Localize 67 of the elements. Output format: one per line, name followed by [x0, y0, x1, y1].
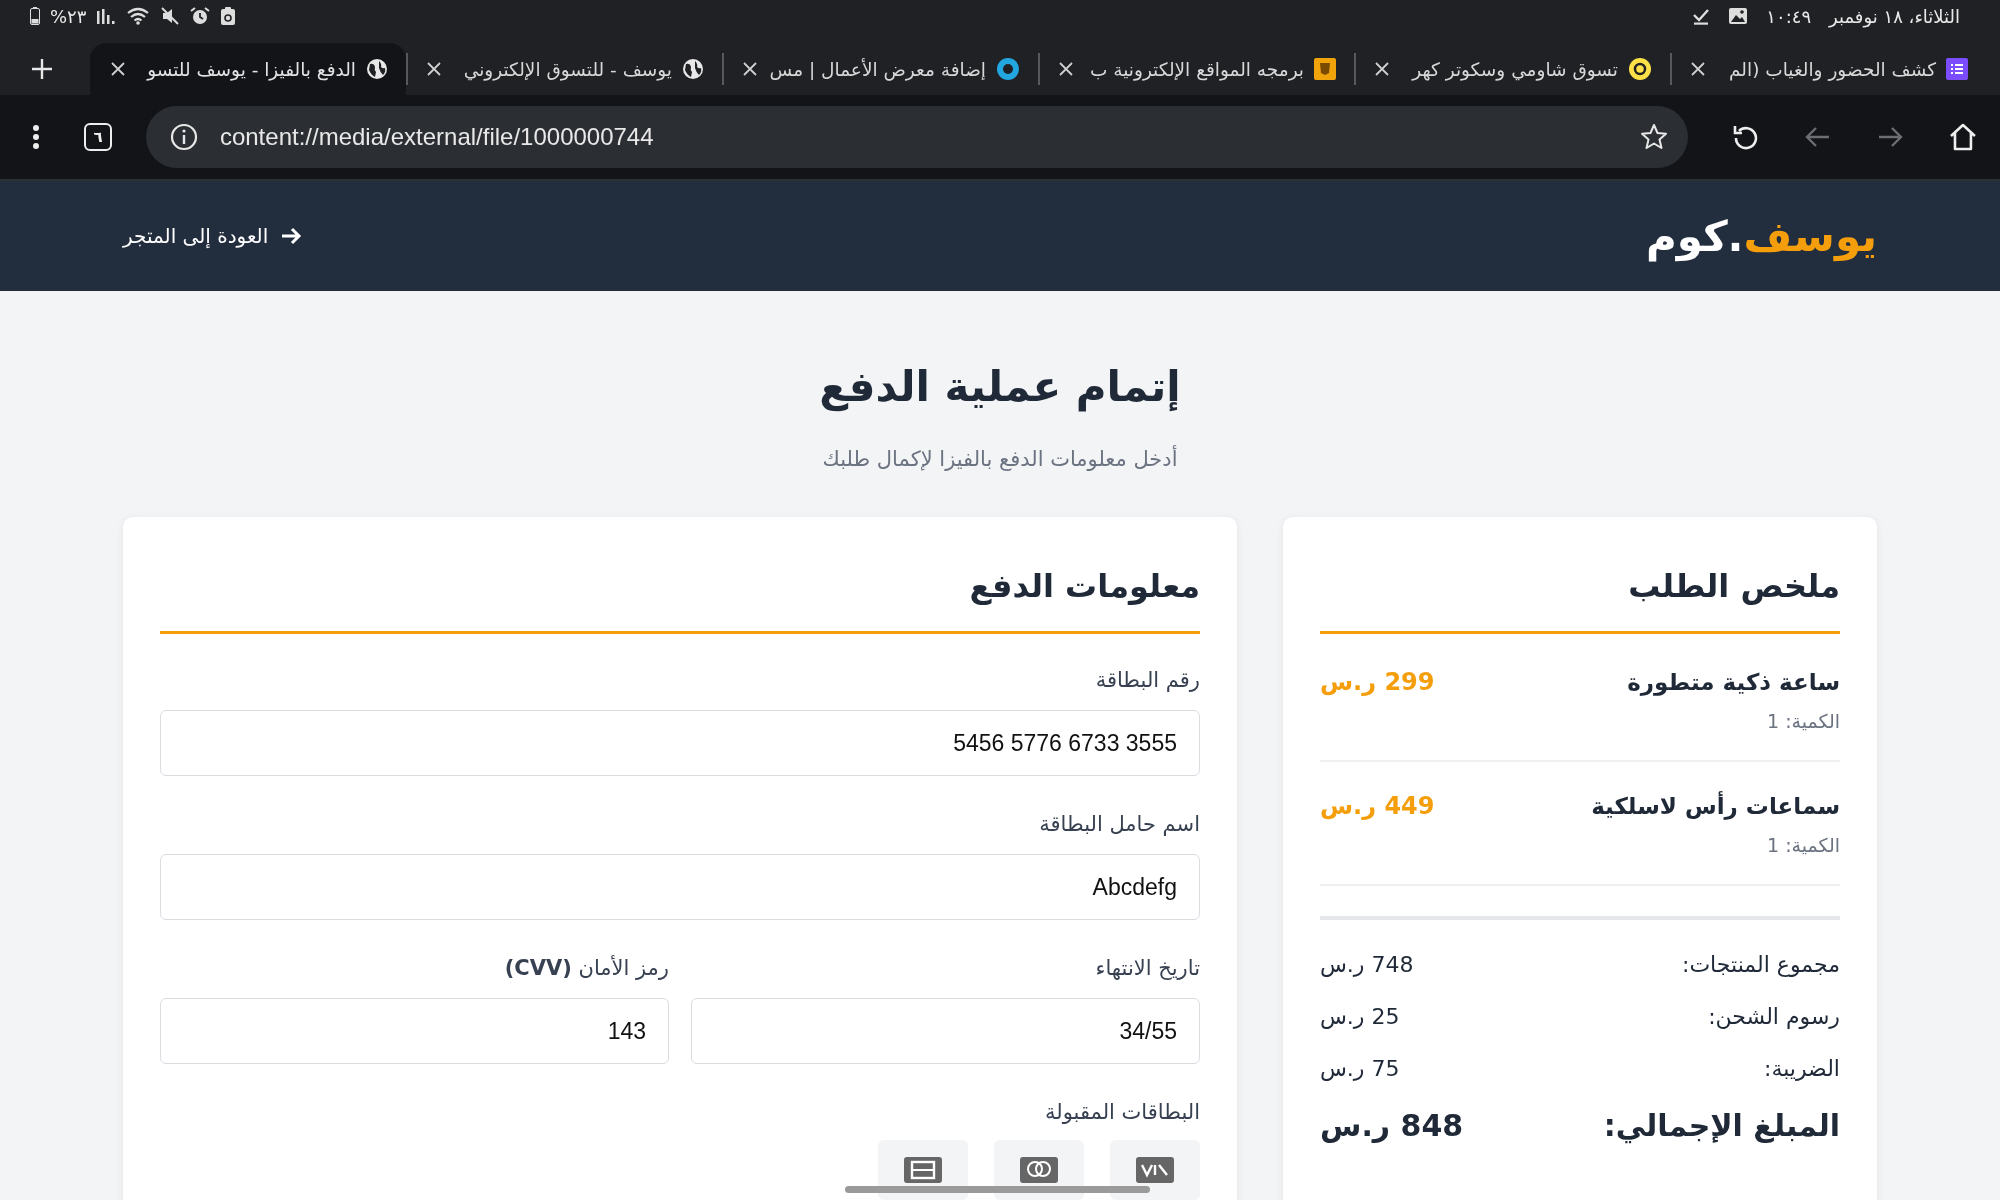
close-icon[interactable] — [1058, 61, 1074, 77]
list-icon — [1946, 58, 1968, 80]
product-name: سماعات رأس لاسلكية — [1591, 793, 1840, 819]
battery-level: %٢٣ — [50, 5, 87, 27]
status-date: الثلاثاء، ١٨ نوفمبر — [1829, 5, 1960, 27]
clock-time: ١٠:٤٩ — [1766, 5, 1812, 27]
input-field[interactable]: 5456 5776 6733 3555 — [160, 710, 1200, 776]
close-icon[interactable] — [1690, 61, 1706, 77]
browser-tab[interactable]: الدفع بالفيزا - يوسف للتسو — [90, 43, 406, 95]
globe-icon — [682, 58, 704, 80]
battery-icon — [30, 7, 40, 25]
shield-icon — [1314, 58, 1336, 80]
card-title: معلومات الدفع — [968, 566, 1200, 607]
product-quantity: الكمية: 1 — [1767, 834, 1840, 856]
total-value: 848 ر.س — [1320, 1108, 1464, 1143]
product-price: 449 ر.س — [1320, 792, 1435, 820]
input-field[interactable]: 143 — [160, 998, 669, 1064]
close-icon[interactable] — [426, 61, 442, 77]
address-bar[interactable]: content://media/external/file/1000000744 — [145, 106, 1689, 168]
close-icon[interactable] — [110, 61, 126, 77]
coin-icon — [1628, 57, 1652, 81]
menu-icon[interactable] — [32, 124, 40, 150]
summary-label: رسوم الشحن: — [1708, 1004, 1840, 1029]
image-icon — [1728, 7, 1749, 25]
summary-value: 25 ر.س — [1320, 1004, 1400, 1029]
clipboard-icon — [220, 7, 237, 25]
signal-icon — [96, 7, 117, 25]
close-icon[interactable] — [1374, 61, 1390, 77]
page-title: إتمام عملية الدفع — [818, 361, 1182, 414]
page-subtitle: أدخل معلومات الدفع بالفيزا لإكمال طلبك — [821, 447, 1179, 471]
wifi-icon — [126, 7, 151, 25]
product-quantity: الكمية: 1 — [1767, 710, 1840, 732]
info-icon[interactable] — [169, 123, 198, 151]
star-icon[interactable] — [1640, 123, 1669, 151]
summary-value: 75 ر.س — [1320, 1056, 1400, 1081]
tab-count-button[interactable]: ٦ — [84, 123, 112, 151]
field-label: رقم البطاقة — [1094, 668, 1200, 692]
close-icon[interactable] — [742, 61, 758, 77]
field-label: تاريخ الانتهاء — [1094, 956, 1200, 980]
card-logo-icon — [904, 1157, 942, 1183]
browser-tab[interactable]: تسوق شاومي وسكوتر كهر — [1354, 53, 1670, 85]
summary-label: الضريبة: — [1764, 1056, 1840, 1081]
back-to-store-link[interactable]: العودة إلى المتجر — [123, 224, 303, 248]
total-label: المبلغ الإجمالي: — [1603, 1108, 1840, 1143]
globe-icon — [366, 58, 388, 80]
browser-tab[interactable]: برمجه المواقع الإلكترونية ب — [1038, 53, 1354, 85]
mute-icon — [160, 7, 181, 25]
arrow-icon — [280, 226, 303, 246]
summary-label: مجموع المنتجات: — [1681, 952, 1840, 977]
home-icon[interactable] — [1948, 122, 1978, 152]
summary-value: 748 ر.س — [1320, 952, 1414, 977]
product-price: 299 ر.س — [1320, 668, 1435, 696]
browser-tab[interactable]: إضافة معرض الأعمال | مس — [722, 53, 1038, 85]
browser-tab[interactable]: كشف الحضور والغياب (الم — [1670, 53, 1986, 85]
input-field[interactable]: 34/55 — [691, 998, 1200, 1064]
product-name: ساعة ذكية متطورة — [1627, 669, 1840, 695]
ring-icon — [996, 57, 1020, 81]
field-label: اسم حامل البطاقة — [1038, 812, 1200, 836]
download-done-icon — [1692, 7, 1711, 25]
accepted-cards-label: البطاقات المقبولة — [1045, 1100, 1200, 1124]
site-logo[interactable]: يوسف.كوم — [1646, 211, 1877, 261]
card-logo-icon — [1020, 1157, 1058, 1183]
plus-icon — [31, 58, 53, 80]
card-logo-icon — [1136, 1157, 1174, 1183]
alarm-icon — [190, 7, 211, 25]
input-field[interactable]: Abcdefg — [160, 854, 1200, 920]
card-title: ملخص الطلب — [1627, 566, 1840, 607]
